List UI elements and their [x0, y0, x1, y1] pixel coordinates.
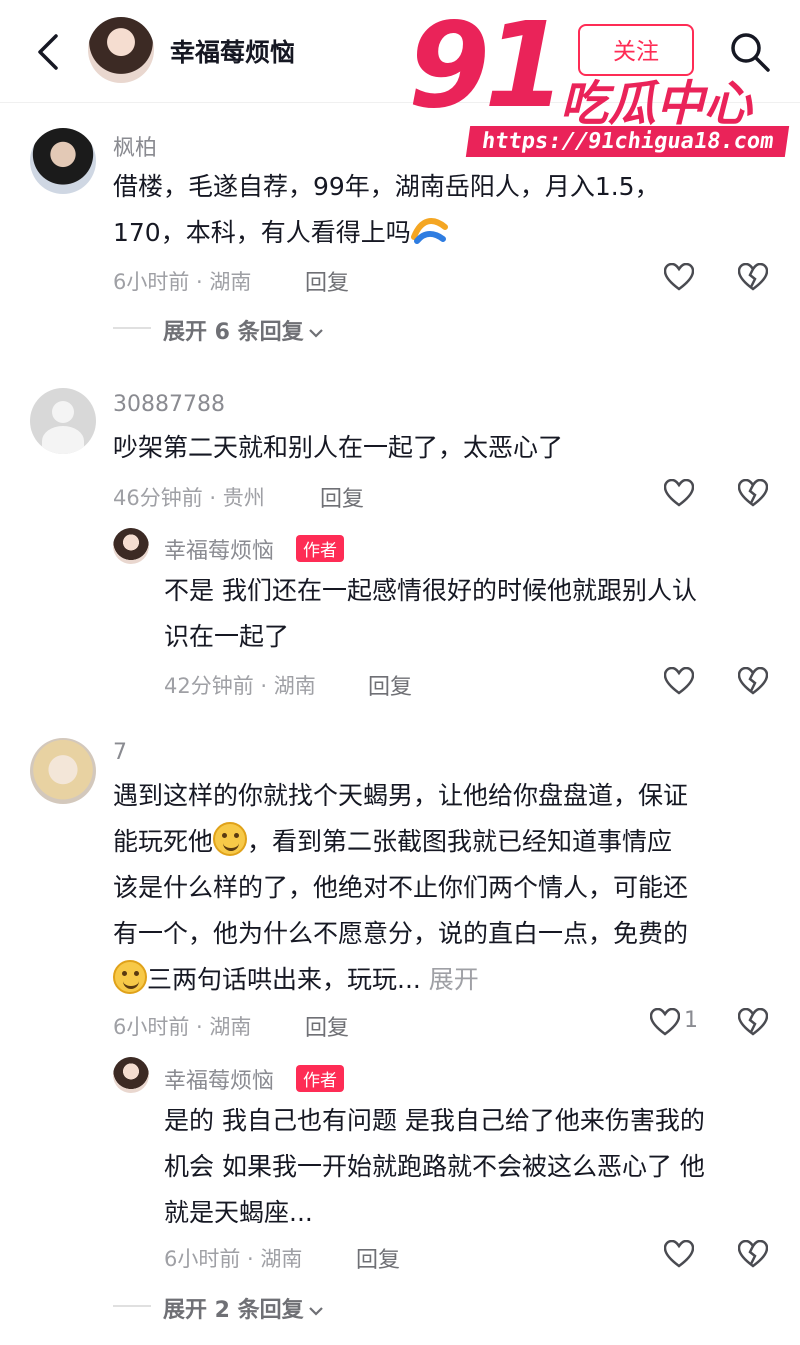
expand-replies-button[interactable]: 展开 6 条回复 [163, 314, 324, 346]
watermark-text: 吃瓜中心 [560, 76, 753, 132]
avatar[interactable] [113, 1057, 149, 1093]
avatar[interactable] [30, 738, 96, 804]
reply-text: 识在一起了 [164, 622, 290, 651]
reply-text: 就是天蝎座... [164, 1198, 313, 1227]
comment-username[interactable]: 30887788 [113, 392, 225, 417]
comment-meta: 6小时前 · 湖南 [113, 270, 252, 294]
avatar[interactable] [30, 388, 96, 454]
reply-button[interactable]: 回复 [356, 1242, 400, 1274]
reply-text: 是的 我自己也有问题 是我自己给了他来伤害我的 [164, 1106, 705, 1135]
comment-text: 遇到这样的你就找个天蝎男，让他给你盘盘道，保证 [113, 781, 689, 810]
comment-text: 能玩死他 ，看到第二张截图我就已经知道事情应 [113, 819, 672, 865]
reply-button[interactable]: 回复 [368, 669, 412, 701]
avatar[interactable] [30, 128, 96, 194]
reply-meta: 42分钟前 · 湖南 [164, 674, 316, 698]
author-badge: 作者 [296, 535, 344, 562]
comment-text: 吵架第二天就和别人在一起了，太恶心了 [113, 433, 564, 462]
avatar[interactable] [113, 528, 149, 564]
comment-meta: 6小时前 · 湖南 [113, 1015, 252, 1039]
chevron-down-icon [308, 329, 323, 338]
smile-emoji-icon [113, 960, 147, 994]
chevron-left-icon[interactable] [30, 30, 70, 74]
comment-username[interactable]: 枫柏 [113, 130, 157, 162]
author-badge: 作者 [296, 1065, 344, 1092]
reply-username[interactable]: 幸福莓烦恼 [164, 533, 274, 565]
divider [113, 1305, 151, 1307]
dancer-emoji-icon [410, 218, 448, 244]
heart-icon[interactable] [664, 263, 694, 291]
reply-meta: 6小时前 · 湖南 [164, 1247, 303, 1271]
reply-text: 机会 如果我一开始就跑路就不会被这么恶心了 他 [164, 1152, 705, 1181]
dislike-icon[interactable] [738, 667, 768, 695]
dislike-icon[interactable] [738, 1240, 768, 1268]
heart-icon[interactable] [664, 1240, 694, 1268]
comment-text: 三两句话哄出来，玩玩... 展开 [113, 957, 479, 1003]
comment-text: 该是什么样的了，他绝对不止你们两个情人，可能还 [113, 873, 689, 902]
reply-username[interactable]: 幸福莓烦恼 [164, 1063, 274, 1095]
chevron-down-icon [308, 1307, 323, 1316]
dislike-icon[interactable] [738, 263, 768, 291]
heart-icon[interactable] [664, 667, 694, 695]
avatar[interactable] [88, 17, 154, 83]
watermark-number: 91 [408, 0, 566, 134]
reply-text: 不是 我们还在一起感情很好的时候他就跟别人认 [164, 576, 697, 605]
comment-text: 170，本科，有人看得上吗 [113, 210, 449, 256]
comment-text: 有一个，他为什么不愿意分，说的直白一点，免费的 [113, 919, 689, 948]
reply-button[interactable]: 回复 [305, 1010, 349, 1042]
heart-icon[interactable] [664, 479, 694, 507]
reply-button[interactable]: 回复 [320, 481, 364, 513]
smile-emoji-icon [213, 822, 248, 856]
expand-text-button[interactable]: 展开 [429, 965, 479, 994]
watermark-url: https://91chigua18.com [465, 126, 790, 157]
divider [113, 327, 151, 329]
dislike-icon[interactable] [738, 479, 768, 507]
expand-replies-button[interactable]: 展开 2 条回复 [163, 1292, 324, 1324]
comment-username[interactable]: 7 [113, 740, 127, 765]
page-title[interactable]: 幸福莓烦恼 [170, 33, 295, 69]
comment-text: 借楼，毛遂自荐，99年，湖南岳阳人，月入1.5， [113, 172, 660, 201]
dislike-icon[interactable] [738, 1008, 768, 1036]
reply-button[interactable]: 回复 [305, 265, 349, 297]
comment-meta: 46分钟前 · 贵州 [113, 486, 265, 510]
like-count: 1 [684, 1008, 698, 1033]
heart-icon[interactable] [650, 1008, 680, 1036]
